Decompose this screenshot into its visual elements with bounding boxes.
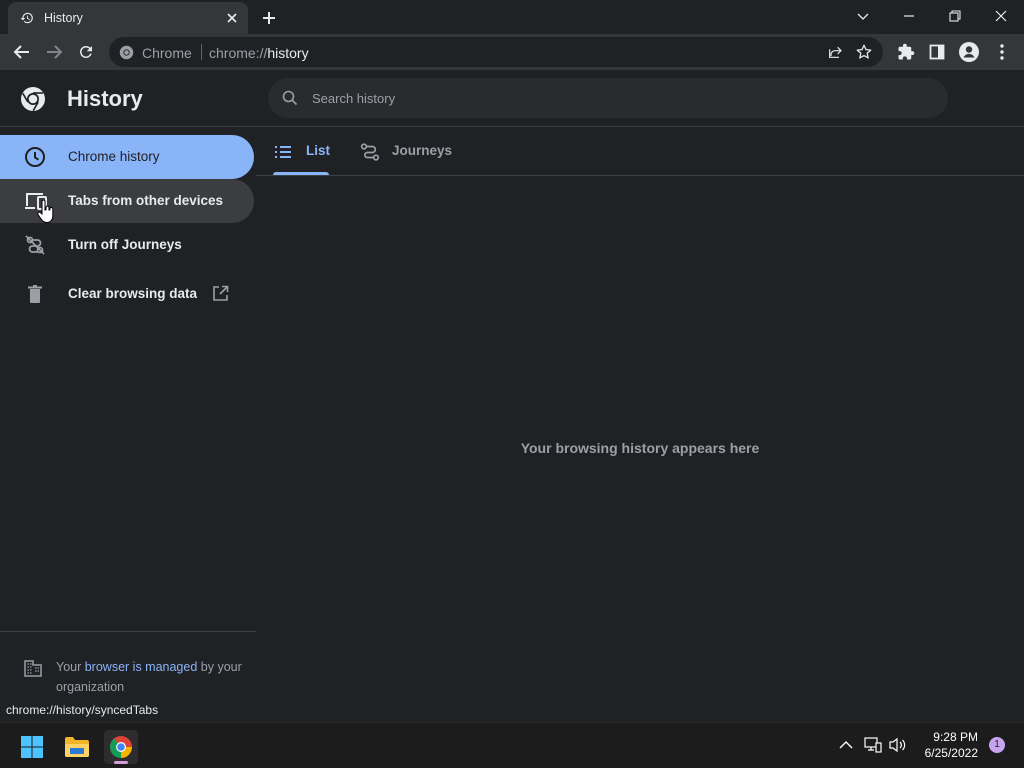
sidebar-item-turn-off-journeys[interactable]: Turn off Journeys [0,223,254,267]
chevron-up-icon[interactable] [838,737,854,753]
browser-toolbar: Chrome chrome://history [0,34,1024,70]
side-panel-icon[interactable] [924,39,950,65]
history-tabs: List Journeys [256,127,1024,176]
omnibox-separator [201,44,202,60]
tab-list[interactable]: List [273,127,334,175]
sidebar-item-label: Turn off Journeys [68,237,182,252]
search-box[interactable] [268,78,948,118]
hand-cursor-icon [37,200,55,224]
windows-start-icon[interactable] [15,730,49,764]
new-tab-icon[interactable] [259,8,279,28]
forward-arrow-icon[interactable] [41,39,67,65]
windows-taskbar: 9:28 PM 6/25/2022 1 [0,722,1024,768]
tab-journeys[interactable]: Journeys [360,127,470,175]
search-icon [282,90,298,106]
url-scheme: chrome:// [209,45,268,61]
tab-label: Journeys [392,143,453,158]
building-icon [24,659,42,677]
notification-badge[interactable]: 1 [989,737,1005,753]
volume-icon[interactable] [889,737,907,753]
clock-icon [24,146,46,168]
bookmark-star-icon[interactable] [855,43,873,61]
minimize-icon[interactable] [886,0,932,32]
sidebar-item-label: Clear browsing data [68,286,198,301]
tab-label: List [306,143,331,158]
file-explorer-icon[interactable] [60,730,94,764]
clock-time: 9:28 PM [933,730,978,744]
browser-managed-link[interactable]: browser is managed [85,660,198,674]
sidebar-item-chrome-history[interactable]: Chrome history [0,135,254,179]
page-title: History [67,86,143,111]
open-external-icon [212,285,229,302]
empty-state-message: Your browsing history appears here [520,440,760,456]
share-icon[interactable] [827,44,843,60]
list-icon [274,143,292,161]
reload-icon[interactable] [73,39,99,65]
active-app-indicator [114,761,128,764]
tab-title: History [44,11,83,25]
close-window-icon[interactable] [978,0,1024,32]
clock-date: 6/25/2022 [924,746,978,760]
page-header: History [0,70,1024,127]
sidebar-item-label: Chrome history [68,149,160,164]
managed-prefix: Your [56,660,85,674]
kebab-menu-icon[interactable] [989,39,1015,65]
journeys-off-icon [24,234,46,256]
url-host: history [267,45,309,61]
chevron-down-icon[interactable] [840,0,886,32]
system-clock[interactable]: 9:28 PM 6/25/2022 [925,729,978,761]
title-bar: History [0,0,1024,34]
history-icon [20,11,34,25]
restore-icon[interactable] [932,0,978,32]
address-bar[interactable]: Chrome chrome://history [109,37,883,67]
extensions-puzzle-icon[interactable] [893,39,919,65]
omnibox-chip-label: Chrome [142,45,192,61]
divider [0,631,256,632]
chrome-logo-icon [20,86,46,112]
chrome-logo-icon [119,45,134,60]
trash-icon [24,283,46,305]
browser-tab-history[interactable]: History [8,2,248,34]
close-tab-icon[interactable] [224,10,240,26]
url-text[interactable]: chrome://history [209,45,309,61]
search-input[interactable] [312,78,912,118]
journeys-icon [360,143,380,161]
sidebar-item-label: Tabs from other devices [68,193,224,208]
back-arrow-icon[interactable] [9,39,35,65]
status-bubble-url: chrome://history/syncedTabs [0,700,165,722]
chrome-taskbar-icon[interactable] [104,730,138,764]
profile-avatar-icon[interactable] [956,39,982,65]
network-icon[interactable] [864,737,882,753]
sidebar-item-clear-browsing-data[interactable]: Clear browsing data [0,272,240,316]
active-tab-indicator [273,172,329,175]
